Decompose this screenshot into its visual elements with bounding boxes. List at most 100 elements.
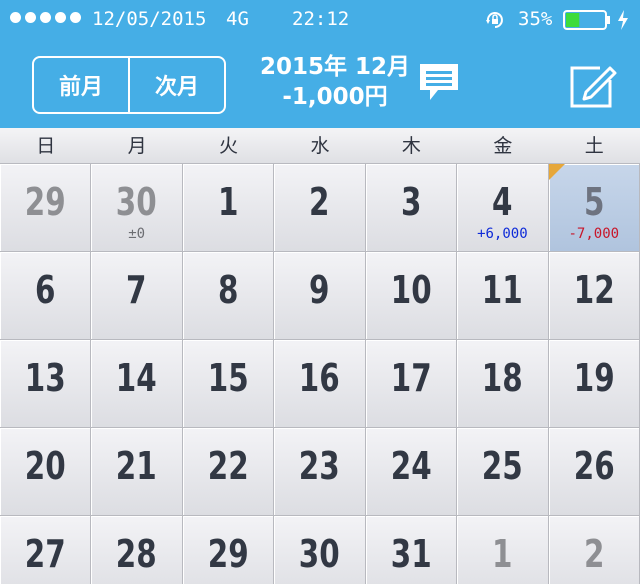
today-marker xyxy=(548,164,565,180)
calendar-day-number: 5 xyxy=(583,180,605,224)
calendar-day-cell[interactable]: 27 xyxy=(0,516,92,584)
calendar-day-number: 30 xyxy=(299,532,340,576)
calendar-day-number: 10 xyxy=(390,268,432,312)
calendar-day-cell[interactable]: 7 xyxy=(91,252,183,340)
calendar-day-number: 29 xyxy=(207,532,249,576)
calendar-day-number: 6 xyxy=(34,268,56,312)
calendar-day-number: 19 xyxy=(573,356,615,400)
calendar-day-cell[interactable]: 29 xyxy=(182,516,275,584)
app-header: 12/05/2015 4G 22:12 35% 前月 次月 2015年 12月 … xyxy=(0,0,640,128)
month-switcher: 前月 次月 xyxy=(32,56,226,114)
calendar-day-number: 16 xyxy=(299,356,340,400)
calendar-day-cell[interactable]: 3 xyxy=(365,164,458,252)
calendar-day-cell[interactable]: 10 xyxy=(365,252,458,340)
calendar-day-number: 29 xyxy=(24,180,66,224)
calendar-day-number: 2 xyxy=(309,180,330,224)
calendar-day-number: 7 xyxy=(126,268,147,312)
battery-icon xyxy=(563,10,610,30)
weekday-sun: 日 xyxy=(36,135,56,157)
status-date: 12/05/2015 xyxy=(92,8,207,30)
calendar-day-cell[interactable]: 20 xyxy=(0,428,92,516)
calendar-day-cell[interactable]: 22 xyxy=(182,428,275,516)
calendar-day-number: 13 xyxy=(24,356,66,400)
calendar-day-amount: -7,000 xyxy=(568,226,620,242)
calendar-day-cell[interactable]: 2 xyxy=(548,516,640,584)
calendar-day-number: 12 xyxy=(573,268,615,312)
calendar-day-amount: +6,000 xyxy=(477,226,528,242)
calendar-day-number: 22 xyxy=(207,444,249,488)
next-month-button[interactable]: 次月 xyxy=(128,58,224,112)
calendar-day-number: 14 xyxy=(116,356,158,400)
calendar-day-number: 30 xyxy=(116,180,158,224)
calendar-day-cell[interactable]: 1 xyxy=(457,516,549,584)
weekday-sat: 土 xyxy=(584,135,604,157)
calendar-day-cell[interactable]: 5 -7,000 xyxy=(548,164,640,252)
calendar-day-number: 23 xyxy=(299,444,340,488)
calendar-grid: 29 30 ±0 1 2 3 4 +6,000 5 -7,000 6 7 8 9 10 11 12 13 14 15 1… xyxy=(0,164,640,584)
weekday-header: 日 月 火 水 木 金 土 xyxy=(0,128,640,164)
calendar-day-cell[interactable]: 19 xyxy=(548,340,640,428)
calendar-day-number: 26 xyxy=(573,444,615,488)
charging-bolt-icon xyxy=(618,10,628,30)
signal-strength-icon xyxy=(10,12,81,23)
calendar-day-cell[interactable]: 15 xyxy=(182,340,275,428)
calendar-day-amount: ±0 xyxy=(128,226,146,242)
network-type: 4G xyxy=(226,8,249,30)
calendar-day-cell[interactable]: 23 xyxy=(274,428,366,516)
calendar-day-cell[interactable]: 9 xyxy=(274,252,366,340)
calendar-day-cell[interactable]: 24 xyxy=(365,428,458,516)
calendar-day-cell[interactable]: 12 xyxy=(548,252,640,340)
calendar-day-number: 21 xyxy=(116,444,158,488)
calendar-day-number: 25 xyxy=(481,444,523,488)
calendar-day-cell[interactable]: 28 xyxy=(91,516,183,584)
calendar-day-cell[interactable]: 2 xyxy=(274,164,366,252)
weekday-tue: 火 xyxy=(219,135,239,157)
weekday-wed: 水 xyxy=(310,135,330,157)
calendar-day-number: 8 xyxy=(217,268,239,312)
month-title: 2015年 12月 xyxy=(259,54,411,80)
calendar-day-number: 24 xyxy=(390,444,432,488)
calendar-day-cell[interactable]: 17 xyxy=(365,340,458,428)
calendar-day-number: 17 xyxy=(390,356,432,400)
calendar-day-cell[interactable]: 30 ±0 xyxy=(91,164,183,252)
calendar-day-cell[interactable]: 26 xyxy=(548,428,640,516)
calendar-day-cell[interactable]: 4 +6,000 xyxy=(457,164,549,252)
status-time: 22:12 xyxy=(292,8,350,30)
calendar-day-cell[interactable]: 25 xyxy=(457,428,549,516)
calendar-day-cell[interactable]: 11 xyxy=(457,252,549,340)
calendar-day-number: 1 xyxy=(492,532,513,576)
calendar-day-cell[interactable]: 8 xyxy=(182,252,275,340)
calendar-day-number: 31 xyxy=(390,532,432,576)
calendar-day-number: 4 xyxy=(492,180,513,224)
calendar-day-cell[interactable]: 14 xyxy=(91,340,183,428)
rotation-lock-icon xyxy=(486,12,503,28)
calendar-day-number: 3 xyxy=(400,180,422,224)
status-bar: 12/05/2015 4G 22:12 35% xyxy=(0,0,640,40)
calendar-day-number: 9 xyxy=(309,268,330,312)
calendar-day-number: 20 xyxy=(24,444,66,488)
calendar-day-cell[interactable]: 1 xyxy=(182,164,275,252)
calendar-day-cell[interactable]: 16 xyxy=(274,340,366,428)
weekday-fri: 金 xyxy=(493,135,513,157)
weekday-thu: 木 xyxy=(401,135,421,157)
calendar-day-cell[interactable]: 6 xyxy=(0,252,92,340)
calendar-day-number: 27 xyxy=(24,532,66,576)
calendar-day-number: 2 xyxy=(583,532,605,576)
month-total: -1,000円 xyxy=(282,84,388,110)
calendar-day-cell[interactable]: 31 xyxy=(365,516,458,584)
battery-percent: 35% xyxy=(518,8,553,30)
calendar-day-number: 15 xyxy=(207,356,249,400)
calendar-day-cell[interactable]: 21 xyxy=(91,428,183,516)
speech-bubble-icon[interactable] xyxy=(416,60,462,106)
calendar-day-cell[interactable]: 30 xyxy=(274,516,366,584)
calendar-day-number: 28 xyxy=(116,532,158,576)
calendar-day-number: 11 xyxy=(481,268,523,312)
calendar-day-number: 1 xyxy=(217,180,239,224)
calendar-day-cell[interactable]: 18 xyxy=(457,340,549,428)
calendar-day-cell[interactable]: 13 xyxy=(0,340,92,428)
calendar-day-cell[interactable]: 29 xyxy=(0,164,92,252)
prev-month-button[interactable]: 前月 xyxy=(34,58,128,112)
weekday-mon: 月 xyxy=(127,135,147,157)
edit-pencil-icon[interactable] xyxy=(570,62,618,108)
calendar-day-number: 18 xyxy=(481,356,523,400)
